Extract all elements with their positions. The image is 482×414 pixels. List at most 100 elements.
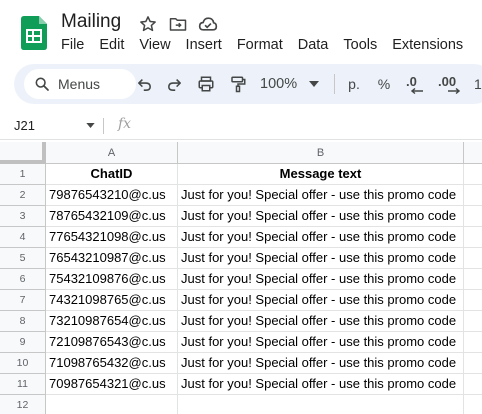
formula-bar-divider bbox=[103, 118, 104, 134]
cell-c[interactable] bbox=[464, 248, 482, 269]
cell-message[interactable] bbox=[178, 395, 464, 414]
name-box[interactable]: J21 bbox=[14, 118, 35, 133]
cell-chatid[interactable]: 70987654321@c.us bbox=[46, 374, 178, 395]
cell-chatid[interactable] bbox=[46, 395, 178, 414]
row-header[interactable]: 11 bbox=[0, 374, 46, 395]
row-header[interactable]: 5 bbox=[0, 248, 46, 269]
row-header[interactable]: 3 bbox=[0, 206, 46, 227]
cell-c[interactable] bbox=[464, 290, 482, 311]
spreadsheet-grid: A B 1 ChatID Message text 2 79876543210@c.us… bbox=[0, 142, 482, 414]
cell-message[interactable]: Just for you! Special offer - use this p… bbox=[178, 248, 464, 269]
toolbar: Menus 100% p. % .0 .00 12 bbox=[14, 64, 482, 104]
cell-message[interactable]: Just for you! Special offer - use this p… bbox=[178, 332, 464, 353]
header-cell-chatid[interactable]: ChatID bbox=[46, 164, 178, 185]
formula-bar: J21 fx bbox=[0, 112, 482, 140]
cell-c[interactable] bbox=[464, 332, 482, 353]
cell-c[interactable] bbox=[464, 227, 482, 248]
print-button[interactable] bbox=[194, 72, 218, 96]
print-icon bbox=[198, 76, 214, 92]
menus-search-label: Menus bbox=[58, 76, 101, 92]
decrease-decimal-button[interactable]: .0 bbox=[406, 72, 428, 96]
cell-chatid[interactable]: 71098765432@c.us bbox=[46, 353, 178, 374]
increase-decimal-label: .00 bbox=[438, 73, 457, 89]
more-formats-label: 12 bbox=[474, 76, 482, 92]
column-header-a[interactable]: A bbox=[46, 142, 178, 164]
cell-chatid[interactable]: 79876543210@c.us bbox=[46, 185, 178, 206]
row-header[interactable]: 1 bbox=[0, 164, 46, 185]
row-header[interactable]: 4 bbox=[0, 227, 46, 248]
cell-chatid[interactable]: 78765432109@c.us bbox=[46, 206, 178, 227]
move-folder-icon[interactable] bbox=[167, 14, 189, 34]
cell-c[interactable] bbox=[464, 374, 482, 395]
cell-chatid[interactable]: 74321098765@c.us bbox=[46, 290, 178, 311]
menus-search-button[interactable]: Menus bbox=[24, 69, 136, 99]
cell-message[interactable]: Just for you! Special offer - use this p… bbox=[178, 185, 464, 206]
document-title[interactable]: Mailing bbox=[61, 11, 121, 33]
select-all-corner[interactable] bbox=[0, 142, 46, 164]
cell-chatid[interactable]: 75432109876@c.us bbox=[46, 269, 178, 290]
arrow-left-icon bbox=[411, 87, 423, 94]
zoom-value: 100% bbox=[260, 76, 298, 92]
menu-data[interactable]: Data bbox=[298, 37, 329, 53]
row-header[interactable]: 7 bbox=[0, 290, 46, 311]
cell-chatid[interactable]: 77654321098@c.us bbox=[46, 227, 178, 248]
percent-format-button[interactable]: % bbox=[374, 72, 394, 96]
undo-button[interactable] bbox=[132, 72, 156, 96]
cell-message[interactable]: Just for you! Special offer - use this p… bbox=[178, 269, 464, 290]
search-icon bbox=[35, 77, 49, 91]
percent-format-label: % bbox=[377, 76, 391, 92]
more-formats-button[interactable]: 12 bbox=[474, 72, 482, 96]
row-header[interactable]: 12 bbox=[0, 395, 46, 414]
column-header-b[interactable]: B bbox=[178, 142, 464, 164]
cell-chatid[interactable]: 73210987654@c.us bbox=[46, 311, 178, 332]
arrow-right-icon bbox=[448, 87, 460, 94]
menu-extensions[interactable]: Extensions bbox=[392, 37, 463, 53]
star-icon[interactable] bbox=[137, 14, 159, 34]
sheets-logo-icon[interactable] bbox=[21, 16, 47, 50]
currency-format-label: p. bbox=[348, 76, 360, 92]
cell-c[interactable] bbox=[464, 185, 482, 206]
cell-c[interactable] bbox=[464, 353, 482, 374]
redo-icon bbox=[167, 78, 181, 91]
cloud-status-icon[interactable] bbox=[197, 14, 219, 34]
cell-message[interactable]: Just for you! Special offer - use this p… bbox=[178, 290, 464, 311]
cell-message[interactable]: Just for you! Special offer - use this p… bbox=[178, 206, 464, 227]
cell-chatid[interactable]: 76543210987@c.us bbox=[46, 248, 178, 269]
menu-tools[interactable]: Tools bbox=[343, 37, 377, 53]
cell-message[interactable]: Just for you! Special offer - use this p… bbox=[178, 374, 464, 395]
row-header[interactable]: 2 bbox=[0, 185, 46, 206]
row-header[interactable]: 6 bbox=[0, 269, 46, 290]
menu-bar: File Edit View Insert Format Data Tools … bbox=[61, 37, 478, 53]
increase-decimal-button[interactable]: .00 bbox=[438, 72, 466, 96]
fx-icon: fx bbox=[118, 116, 132, 132]
cell-chatid[interactable]: 72109876543@c.us bbox=[46, 332, 178, 353]
cell-c[interactable] bbox=[464, 164, 482, 185]
cell-message[interactable]: Just for you! Special offer - use this p… bbox=[178, 227, 464, 248]
title-icons bbox=[137, 14, 219, 34]
menu-view[interactable]: View bbox=[139, 37, 170, 53]
cell-c[interactable] bbox=[464, 395, 482, 414]
row-header[interactable]: 10 bbox=[0, 353, 46, 374]
cell-c[interactable] bbox=[464, 206, 482, 227]
chevron-down-icon bbox=[309, 81, 320, 87]
column-header-c[interactable] bbox=[464, 142, 482, 164]
redo-button[interactable] bbox=[162, 72, 186, 96]
menu-insert[interactable]: Insert bbox=[186, 37, 222, 53]
menu-file[interactable]: File bbox=[61, 37, 84, 53]
paint-format-icon bbox=[231, 76, 246, 93]
zoom-select[interactable]: 100% bbox=[260, 72, 326, 96]
cell-message[interactable]: Just for you! Special offer - use this p… bbox=[178, 353, 464, 374]
toolbar-divider bbox=[334, 74, 335, 94]
header-cell-message[interactable]: Message text bbox=[178, 164, 464, 185]
cell-c[interactable] bbox=[464, 311, 482, 332]
cell-message[interactable]: Just for you! Special offer - use this p… bbox=[178, 311, 464, 332]
menu-edit[interactable]: Edit bbox=[99, 37, 124, 53]
row-header[interactable]: 9 bbox=[0, 332, 46, 353]
row-header[interactable]: 8 bbox=[0, 311, 46, 332]
currency-format-button[interactable]: p. bbox=[344, 72, 364, 96]
paint-format-button[interactable] bbox=[226, 72, 250, 96]
decrease-decimal-label: .0 bbox=[406, 73, 417, 89]
chevron-down-icon[interactable] bbox=[86, 123, 95, 128]
cell-c[interactable] bbox=[464, 269, 482, 290]
menu-format[interactable]: Format bbox=[237, 37, 283, 53]
